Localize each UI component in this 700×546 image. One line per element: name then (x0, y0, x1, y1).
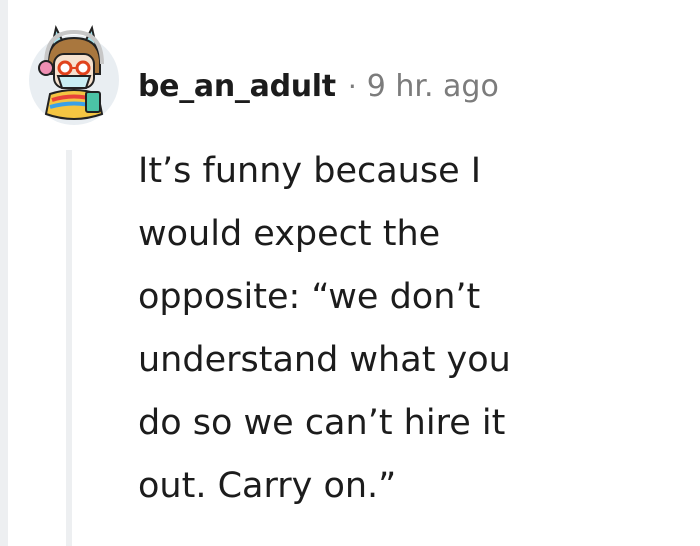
thread-collapse-line[interactable] (66, 150, 72, 546)
comment-body-line: do so we can’t hire it (138, 403, 506, 443)
comment-body-line: out. Carry on.” (138, 466, 397, 506)
username-link[interactable]: be_an_adult (138, 69, 336, 104)
comment-body-line: would expect the (138, 214, 441, 254)
comment-body-line: It’s funny because I (138, 151, 482, 191)
user-avatar[interactable] (28, 14, 120, 126)
comment-body-line: opposite: “we don’t (138, 277, 481, 317)
timestamp-link[interactable]: 9 hr. ago (367, 69, 499, 104)
avatar-icon (29, 25, 119, 125)
comment-body-line: understand what you (138, 340, 511, 380)
meta-separator: · (347, 69, 357, 103)
left-gutter (0, 0, 8, 546)
comment-body: It’s funny because I would expect the op… (138, 140, 658, 518)
comment: be_an_adult · 9 hr. ago It’s funny becau… (0, 0, 700, 546)
comment-header: be_an_adult · 9 hr. ago (138, 66, 499, 106)
